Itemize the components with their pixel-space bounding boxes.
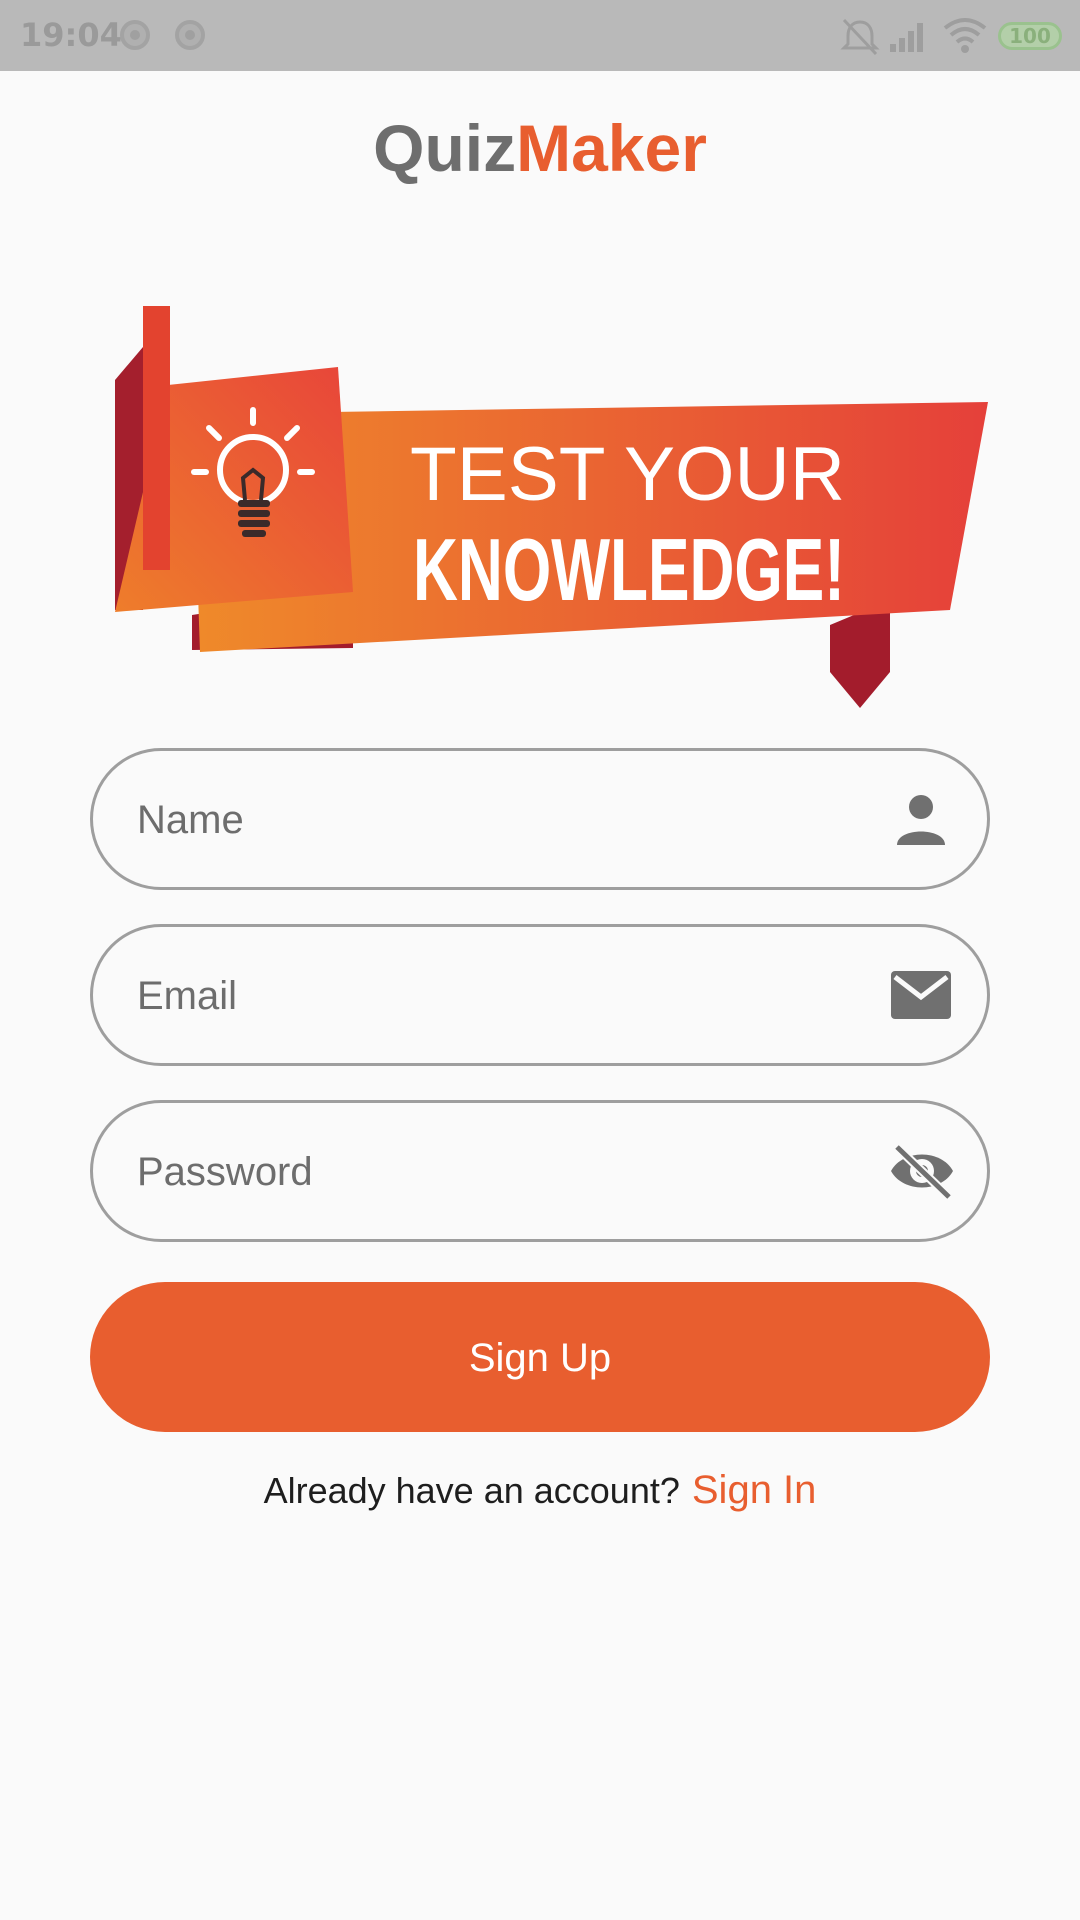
email-input[interactable] (135, 927, 839, 1065)
name-input[interactable] (135, 751, 839, 889)
alarm-off-icon (840, 18, 880, 56)
status-time: 19:04 (20, 16, 122, 54)
status-bar: 19:04 100 (0, 0, 1080, 71)
sign-in-prompt: Already have an account? Sign In (0, 1468, 1080, 1513)
banner-line2: KNOWLEDGE! (413, 520, 845, 619)
battery-icon: 100 (998, 22, 1062, 50)
sign-up-button[interactable]: Sign Up (90, 1282, 990, 1432)
sign-in-link[interactable]: Sign In (692, 1468, 817, 1512)
app-title-quiz: Quiz (373, 111, 517, 185)
app-title-maker: Maker (516, 111, 707, 185)
app-title: QuizMaker (0, 110, 1080, 186)
password-input[interactable] (135, 1103, 839, 1241)
notification-dot-icon (175, 20, 205, 50)
banner-line1: TEST YOUR (410, 432, 845, 517)
visibility-off-icon[interactable] (889, 1143, 955, 1199)
wifi-icon (943, 18, 987, 53)
notification-dot-icon (120, 20, 150, 50)
password-field[interactable] (90, 1100, 990, 1242)
email-field[interactable] (90, 924, 990, 1066)
signal-icon (890, 23, 923, 52)
name-field[interactable] (90, 748, 990, 890)
already-account-text: Already have an account? (263, 1470, 680, 1511)
mail-icon (891, 971, 951, 1019)
test-your-knowledge-banner: TEST YOUR KNOWLEDGE! (115, 306, 988, 708)
person-icon (897, 795, 945, 845)
